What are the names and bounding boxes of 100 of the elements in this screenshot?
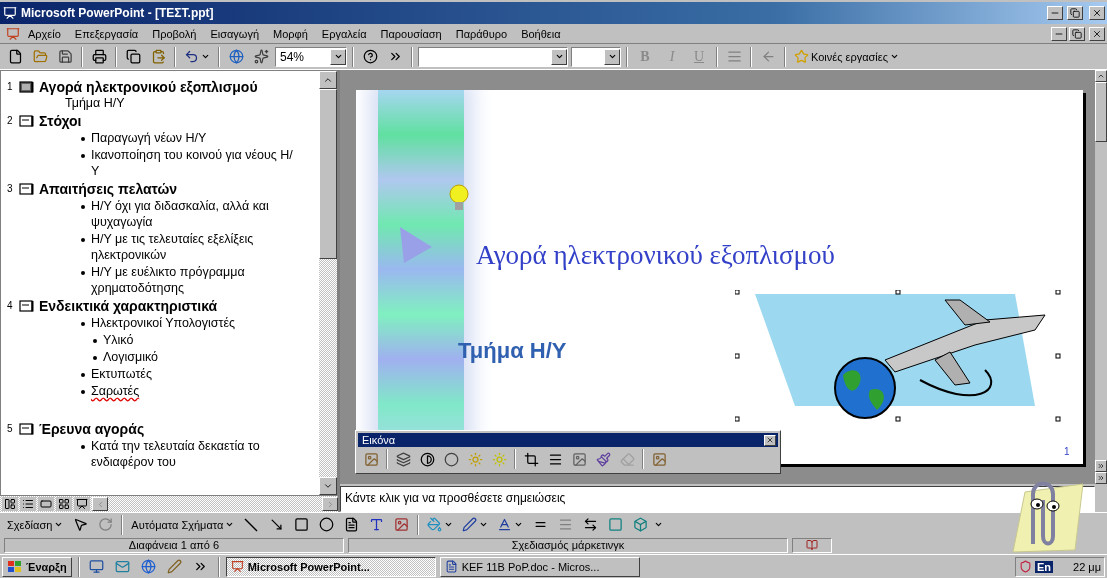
close-button[interactable] — [764, 434, 776, 446]
menu-item[interactable]: Βοήθεια — [515, 26, 567, 41]
rectangle-icon — [293, 517, 309, 532]
clock: 22 μμ — [1073, 560, 1101, 573]
promote-icon — [760, 49, 776, 64]
menu-item[interactable]: Εργαλεία — [315, 26, 373, 41]
menu-item[interactable]: Μορφή — [267, 26, 314, 41]
menu-item[interactable]: Παρουσίαση — [374, 26, 448, 41]
normal-view-button[interactable] — [2, 497, 18, 511]
restore-button[interactable] — [1069, 26, 1085, 41]
font-dropdown[interactable] — [418, 46, 568, 67]
close-button[interactable] — [1089, 6, 1105, 20]
arrow-style-icon — [582, 517, 598, 532]
scroll-right-button[interactable] — [322, 497, 338, 511]
caret-icon — [333, 52, 343, 61]
caret-icon — [479, 520, 489, 529]
draw-menu-button[interactable]: Σχεδίαση — [4, 513, 67, 536]
menu-item[interactable]: Παράθυρο — [449, 26, 514, 41]
language-indicator[interactable]: En — [1035, 560, 1054, 573]
common-tasks-button[interactable]: Κοινές εργασίες — [791, 45, 902, 68]
close-button[interactable] — [1089, 26, 1105, 41]
caret-icon — [225, 520, 235, 529]
airplane-globe-drawing[interactable] — [735, 290, 1061, 422]
new-file-icon — [7, 49, 23, 64]
menu-item[interactable]: Αρχείο — [22, 26, 67, 41]
slide-title: Αγορά ηλεκτρονικού εξοπλισμού — [476, 240, 835, 271]
scroll-left-button[interactable] — [92, 497, 108, 511]
sorter-view-button[interactable] — [56, 497, 72, 511]
scroll-up-button[interactable] — [319, 71, 337, 89]
slide-icon[interactable] — [19, 81, 34, 93]
scroll-down-button[interactable] — [319, 477, 337, 495]
slideshow-button[interactable] — [74, 497, 90, 511]
scrollbar-thumb[interactable] — [1095, 82, 1107, 142]
minimize-button[interactable] — [1051, 26, 1067, 41]
font-size-dropdown[interactable] — [571, 46, 621, 67]
insert-picture-icon — [363, 451, 379, 467]
document-icon — [444, 560, 458, 573]
bullet-dot — [81, 271, 85, 275]
line-style-icon — [547, 451, 563, 467]
close-icon — [1092, 28, 1102, 39]
clip-art-icon — [393, 517, 409, 532]
slide-number: 5 — [7, 422, 14, 434]
close-icon — [1092, 8, 1102, 18]
scroll-up-button[interactable] — [1095, 70, 1107, 82]
outline-bullet-text: Λογισμικό — [103, 349, 159, 365]
triangle-shape — [398, 225, 434, 265]
taskbar-task[interactable]: Microsoft PowerPoint... — [225, 556, 436, 577]
caret-icon — [554, 52, 564, 61]
bullet-dot — [81, 205, 85, 209]
caret-icon — [201, 52, 210, 61]
document-icon — [6, 26, 20, 41]
slide-number: 4 — [7, 299, 14, 311]
previous-slide-button[interactable] — [1095, 460, 1107, 472]
slide-icon[interactable] — [19, 115, 34, 127]
restore-button[interactable] — [1067, 6, 1083, 20]
taskbar-task[interactable]: KEF 11B PoP.doc - Micros... — [439, 556, 640, 577]
3d-icon — [632, 517, 648, 532]
transparent-color-icon — [619, 451, 635, 467]
slide-page-number: 1 — [1064, 446, 1070, 457]
close-icon — [766, 436, 774, 444]
zoom-dropdown[interactable]: 54% — [275, 46, 347, 67]
caret-icon — [444, 520, 454, 529]
outline-subtitle: Τμήμα Η/Υ — [64, 95, 126, 111]
outline-bullet-text: Κατά την τελευταία δεκαετία το ενδιαφέρον του — [91, 438, 261, 470]
restore-icon — [1072, 28, 1082, 39]
new-slide-icon — [253, 49, 269, 64]
scrollbar-thumb[interactable] — [319, 89, 337, 259]
oval-icon — [318, 517, 334, 532]
paint-bucket-icon — [427, 517, 443, 532]
outline-slide-title: Στόχοι — [39, 113, 83, 129]
save-icon — [57, 49, 73, 64]
outline-bullet-text: Εκτυπωτές — [91, 366, 152, 382]
more-contrast-icon — [419, 451, 435, 467]
next-slide-button[interactable] — [1095, 472, 1107, 484]
outline-bullet-text: Ικανοποίηση του κοινού για νέους Η/Υ — [91, 147, 294, 179]
slide-icon[interactable] — [19, 423, 34, 435]
notes-field[interactable]: Κάντε κλικ για να προσθέσετε σημειώσεις — [340, 486, 1095, 512]
outline-view-button[interactable] — [20, 497, 36, 511]
minimize-button[interactable] — [1047, 6, 1063, 20]
bullet-dot — [81, 137, 85, 141]
menu-item[interactable]: Εισαγωγή — [204, 26, 266, 41]
slide-icon[interactable] — [19, 300, 34, 312]
bullet-dot — [81, 445, 85, 449]
menu-item[interactable]: Επεξεργασία — [68, 26, 145, 41]
double-arrow-icon — [1097, 462, 1105, 470]
rectangle-icon — [40, 498, 52, 510]
slide-view-button[interactable] — [38, 497, 54, 511]
slide-number: 1 — [7, 80, 14, 92]
less-brightness-icon — [491, 451, 507, 467]
restore-icon — [1070, 8, 1080, 18]
line-icon — [244, 517, 259, 532]
shield-icon — [1019, 560, 1032, 573]
bullet-dot — [81, 322, 85, 326]
caret-icon — [890, 52, 899, 61]
crop-icon — [523, 451, 539, 467]
menu-item[interactable]: Προβολή — [146, 26, 203, 41]
start-button[interactable]: Έναρξη — [2, 556, 72, 577]
outline-bullet-text: Η/Υ με ευέλικτο πρόγραμμα χρηματοδότησης — [91, 264, 246, 296]
slide-icon[interactable] — [19, 183, 34, 195]
autoshapes-button[interactable]: Αυτόματα Σχήματα — [128, 513, 238, 536]
